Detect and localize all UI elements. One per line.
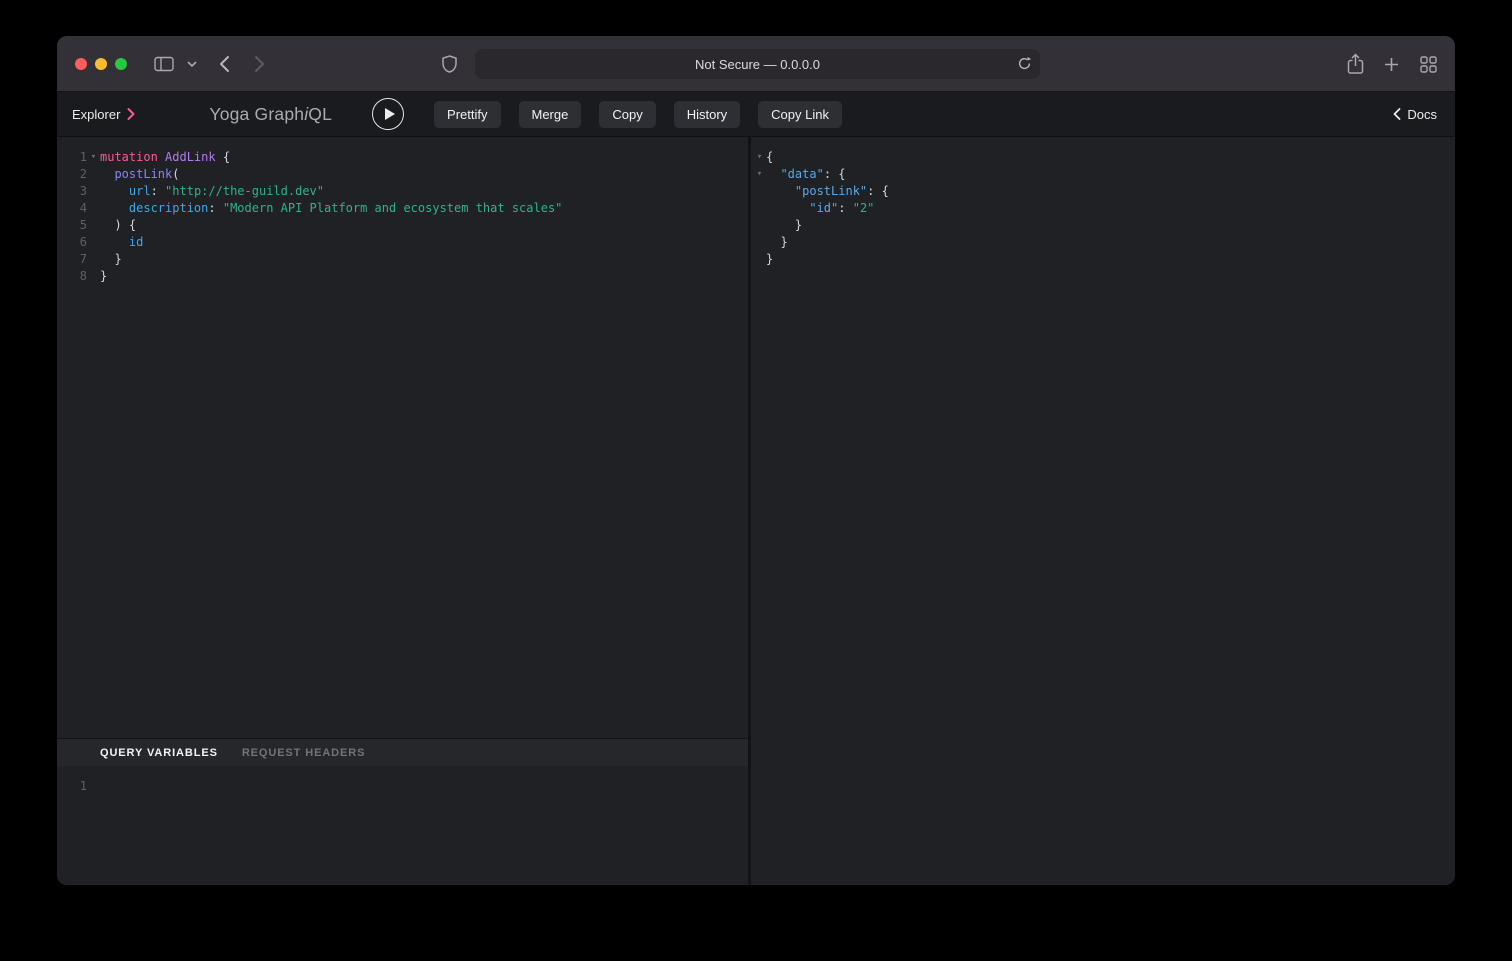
chevron-down-icon[interactable] (184, 36, 200, 92)
address-bar[interactable]: Not Secure — 0.0.0.0 (475, 49, 1040, 79)
line-number: 5 (65, 217, 87, 234)
code-line: } (751, 217, 1455, 234)
explorer-toggle[interactable]: Explorer (72, 107, 135, 122)
fold-arrow-icon (753, 200, 766, 217)
line-number: 2 (65, 166, 87, 183)
share-icon[interactable] (1343, 36, 1367, 92)
reload-icon[interactable] (1017, 56, 1032, 71)
variables-tab-bar: QUERY VARIABLES REQUEST HEADERS (57, 738, 748, 766)
query-editor[interactable]: 1▾mutation AddLink {2 postLink(3 url: "h… (57, 137, 748, 738)
fold-arrow-icon (87, 251, 100, 268)
fold-arrow-icon: ▾ (753, 166, 766, 183)
close-window-button[interactable] (75, 58, 87, 70)
code-line: 7 } (57, 251, 748, 268)
new-tab-icon[interactable] (1380, 36, 1402, 92)
code-line: "postLink": { (751, 183, 1455, 200)
browser-chrome: Not Secure — 0.0.0.0 (57, 36, 1455, 92)
code-line: ▾{ (751, 149, 1455, 166)
fold-arrow-icon: ▾ (87, 149, 100, 166)
forward-icon[interactable] (248, 36, 270, 92)
address-text: Not Secure — 0.0.0.0 (695, 57, 820, 72)
merge-button[interactable]: Merge (519, 101, 582, 128)
code-line: 3 url: "http://the-guild.dev" (57, 183, 748, 200)
line-number: 3 (65, 183, 87, 200)
docs-toggle[interactable]: Docs (1393, 107, 1437, 122)
line-number: 1 (65, 149, 87, 166)
fold-arrow-icon (87, 183, 100, 200)
tab-overview-icon[interactable] (1416, 36, 1440, 92)
fold-arrow-icon (87, 268, 100, 285)
tab-query-variables[interactable]: QUERY VARIABLES (100, 747, 218, 759)
back-icon[interactable] (213, 36, 235, 92)
privacy-shield-icon[interactable] (438, 36, 460, 92)
toolbar-buttons: Prettify Merge Copy History Copy Link (434, 101, 842, 128)
fold-arrow-icon (753, 183, 766, 200)
graphiql-toolbar: Explorer Yoga GraphiQL Prettify Merge Co… (57, 92, 1455, 137)
code-line: 4 description: "Modern API Platform and … (57, 200, 748, 217)
fold-arrow-icon (753, 251, 766, 268)
fold-arrow-icon (753, 217, 766, 234)
code-line: 5 ) { (57, 217, 748, 234)
fold-arrow-icon (753, 234, 766, 251)
fold-arrow-icon (87, 217, 100, 234)
code-line: 1 (57, 778, 748, 795)
line-number: 8 (65, 268, 87, 285)
chevron-left-icon (1393, 108, 1401, 120)
fold-arrow-icon (87, 166, 100, 183)
copy-button[interactable]: Copy (599, 101, 655, 128)
copy-link-button[interactable]: Copy Link (758, 101, 842, 128)
sidebar-toggle-icon[interactable] (151, 36, 177, 92)
code-line: } (751, 234, 1455, 251)
code-line: } (751, 251, 1455, 268)
chevron-right-icon (127, 108, 135, 120)
code-line: 2 postLink( (57, 166, 748, 183)
tab-request-headers[interactable]: REQUEST HEADERS (242, 747, 366, 759)
line-number: 1 (65, 778, 87, 795)
main-area: 1▾mutation AddLink {2 postLink(3 url: "h… (57, 137, 1455, 885)
line-number: 7 (65, 251, 87, 268)
code-line: 1▾mutation AddLink { (57, 149, 748, 166)
query-pane: 1▾mutation AddLink {2 postLink(3 url: "h… (57, 137, 748, 885)
code-line: 6 id (57, 234, 748, 251)
desktop: { "colors": { "kw": "#ff5794", "def": "#… (0, 0, 1512, 961)
minimize-window-button[interactable] (95, 58, 107, 70)
docs-label: Docs (1407, 107, 1437, 122)
fold-arrow-icon (87, 234, 100, 251)
history-button[interactable]: History (674, 101, 740, 128)
browser-window: Not Secure — 0.0.0.0 Explorer Yoga Graph… (57, 36, 1455, 885)
line-number: 4 (65, 200, 87, 217)
explorer-label: Explorer (72, 107, 120, 122)
fold-arrow-icon: ▾ (753, 149, 766, 166)
response-viewer[interactable]: ▾{▾ "data": { "postLink": { "id": "2" } … (751, 137, 1455, 885)
prettify-button[interactable]: Prettify (434, 101, 500, 128)
page-title: Yoga GraphiQL (209, 104, 332, 125)
code-line: "id": "2" (751, 200, 1455, 217)
code-line: ▾ "data": { (751, 166, 1455, 183)
fold-arrow-icon (87, 200, 100, 217)
code-line: 8} (57, 268, 748, 285)
execute-query-button[interactable] (372, 98, 404, 130)
variables-editor[interactable]: 1 (57, 766, 748, 885)
line-number: 6 (65, 234, 87, 251)
play-icon (385, 108, 395, 120)
zoom-window-button[interactable] (115, 58, 127, 70)
